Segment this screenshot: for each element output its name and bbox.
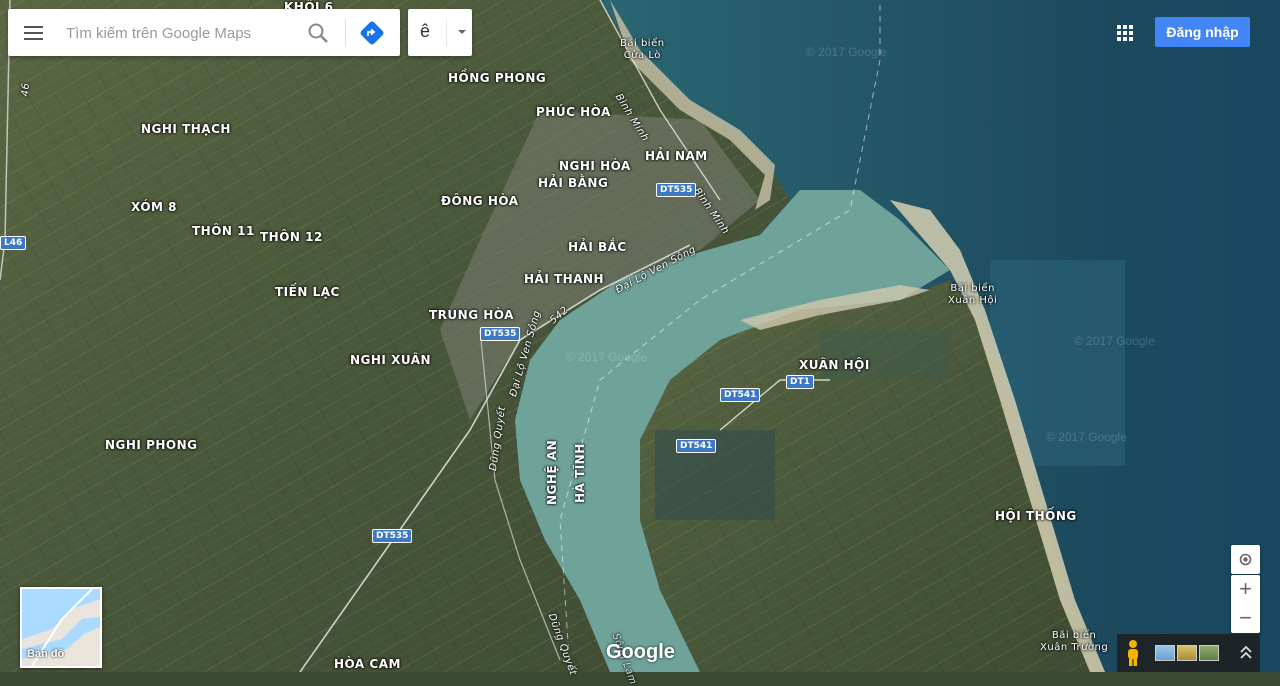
beach-label: Bãi biển Xuân Trường [1040, 630, 1109, 653]
copyright-watermark: © 2017 Google [1074, 334, 1155, 348]
my-location-icon [1239, 553, 1252, 566]
input-tools-dropdown[interactable] [452, 17, 472, 47]
place-label: HẢI THANH [524, 272, 605, 286]
province-label: NGHỆ AN [545, 439, 559, 505]
road-shield: DT535 [480, 327, 521, 341]
place-label: XUÂN HỘI [799, 358, 870, 372]
copyright-watermark: © 2017 Google [1046, 430, 1127, 444]
copyright-watermark: © 2017 Google [566, 350, 647, 364]
zoom-control: + − [1231, 575, 1260, 633]
place-label: NGHI XUÂN [350, 353, 432, 367]
place-label: TRUNG HÒA [429, 308, 514, 322]
apps-grid-icon [1117, 25, 1133, 41]
beach-label: Bãi biển Xuân Hội [948, 283, 998, 306]
place-label: ĐÔNG HÒA [441, 194, 519, 208]
road-shield: DT541 [720, 388, 761, 402]
input-tool-label: ê [420, 21, 431, 41]
beach-label: Bãi biển Cửa Lò [620, 38, 665, 61]
google-logo: Google [606, 641, 675, 663]
caret-down-icon [458, 30, 466, 34]
sign-in-button[interactable]: Đăng nhập [1155, 17, 1250, 47]
divider [345, 19, 346, 47]
directions-button[interactable] [358, 19, 386, 47]
map-type-toggle[interactable]: Bản đồ [20, 587, 102, 668]
place-label: HẢI BẰNG [538, 176, 609, 190]
pegman-icon[interactable] [1120, 638, 1146, 668]
search-box [8, 9, 400, 56]
road-shield: L46 [0, 236, 27, 250]
imagery-thumbnail[interactable] [1155, 645, 1175, 661]
place-label: TIẾN LẠC [275, 285, 340, 299]
place-label: THÔN 12 [260, 230, 323, 244]
search-button[interactable] [304, 19, 332, 47]
apps-button[interactable] [1114, 22, 1136, 44]
place-label: NGHI THẠCH [141, 122, 231, 136]
street-view-bar [1117, 634, 1260, 672]
place-label: HỒNG PHONG [448, 71, 547, 85]
road-shield: DT541 [676, 439, 717, 453]
place-label: PHÚC HÒA [536, 105, 611, 119]
place-label: NGHI HÒA [559, 159, 631, 173]
menu-button[interactable] [18, 19, 48, 47]
divider [446, 19, 447, 46]
directions-icon [360, 21, 384, 45]
road-label: 46 [20, 82, 32, 97]
province-label: HÀ TĨNH [573, 443, 587, 503]
place-label: HẢI BẮC [568, 240, 627, 254]
zoom-out-button[interactable]: − [1231, 604, 1260, 633]
zoom-in-button[interactable]: + [1231, 575, 1260, 604]
imagery-thumbnail[interactable] [1177, 645, 1197, 661]
place-label: XÓM 8 [131, 200, 177, 214]
road-shield: DT1 [786, 375, 814, 389]
menu-icon-bar [24, 32, 43, 34]
map-type-label: Bản đồ [27, 648, 65, 660]
place-label: NGHI PHONG [105, 438, 198, 452]
road-shield: DT535 [372, 529, 413, 543]
menu-icon-bar [24, 26, 43, 28]
place-label: HỘI THỐNG [995, 509, 1077, 523]
imagery-thumbnail[interactable] [1199, 645, 1219, 661]
chevron-up-icon[interactable] [1238, 643, 1254, 663]
place-label: HẢI NAM [645, 149, 708, 163]
input-tools[interactable]: ê [408, 9, 472, 56]
copyright-watermark: © 2017 Google [806, 45, 887, 59]
search-input[interactable] [64, 21, 298, 45]
place-label: HÒA CAM [334, 657, 401, 671]
my-location-button[interactable] [1231, 545, 1260, 574]
place-label: THÔN 11 [192, 224, 255, 238]
search-icon [308, 23, 328, 43]
road-shield: DT535 [656, 183, 697, 197]
menu-icon-bar [24, 38, 43, 40]
